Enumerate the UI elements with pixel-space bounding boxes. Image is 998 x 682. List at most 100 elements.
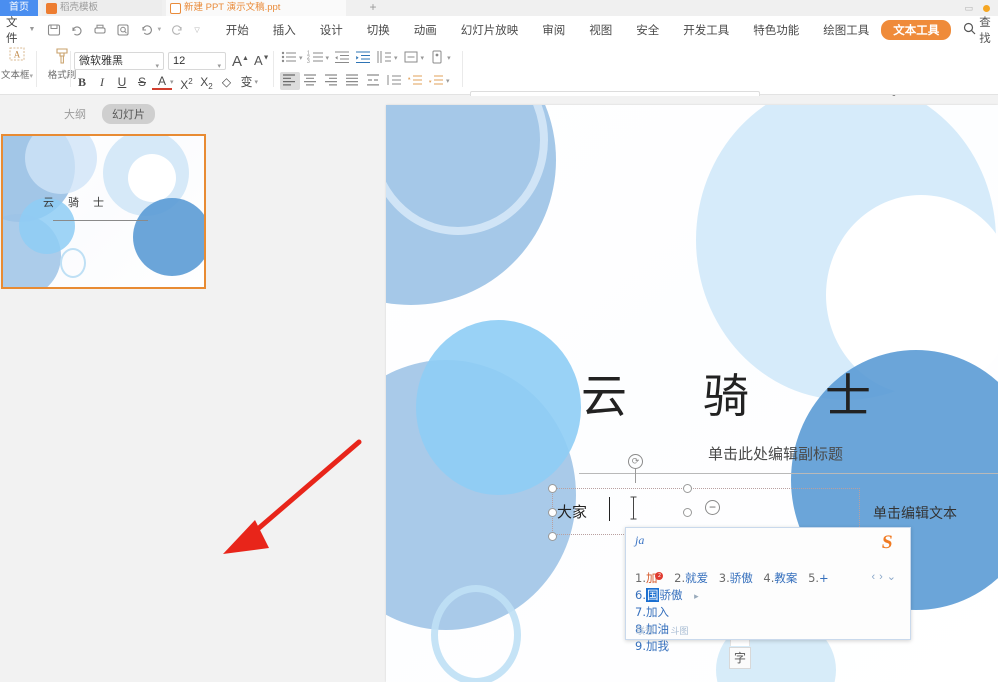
bullets-button[interactable] — [280, 49, 300, 67]
print-preview-icon[interactable] — [116, 23, 130, 37]
customize-qat-icon[interactable]: ▽ — [194, 26, 199, 34]
print-icon[interactable] — [93, 23, 107, 37]
align-right-button[interactable] — [322, 72, 342, 90]
quick-access-toolbar: ▼ ▽ — [47, 23, 200, 37]
divider — [462, 51, 463, 87]
font-color-button[interactable]: A — [152, 74, 172, 90]
ime-candidate-9-text: 加我 — [645, 639, 669, 653]
ribbon-tab-texttools[interactable]: 文本工具 — [881, 19, 952, 40]
bold-button[interactable]: B — [72, 73, 92, 91]
ime-candidate-3[interactable]: 3.骄傲 — [719, 571, 753, 585]
slide-title[interactable]: 云骑士 — [581, 360, 947, 426]
tab-document[interactable]: 新建 PPT 演示文稿.ppt — [166, 0, 346, 16]
file-menu-button[interactable]: 文件 ▼ — [6, 14, 35, 46]
ribbon-tab-animation[interactable]: 动画 — [402, 22, 449, 38]
resize-handle-ml[interactable] — [548, 508, 557, 517]
ribbon-tab-insert[interactable]: 插入 — [261, 22, 308, 38]
ribbon-tab-features[interactable]: 特色功能 — [741, 22, 811, 38]
ime-footer-emoji[interactable]: 斗图 — [671, 626, 689, 636]
ime-candidate-6-prefix: 国 — [645, 588, 660, 602]
slide-subtitle-placeholder[interactable]: 单击此处编辑副标题 — [708, 443, 843, 464]
subscript-button[interactable]: X2 — [197, 73, 217, 91]
redo-icon[interactable] — [171, 23, 185, 37]
chevron-down-icon[interactable]: ▾ — [30, 73, 34, 80]
ime-pager[interactable]: ‹›⌄ — [871, 570, 900, 583]
italic-button[interactable]: I — [92, 73, 112, 91]
ime-candidate-5[interactable]: 5.+ — [808, 571, 829, 585]
char-mode-indicator[interactable]: 字 — [729, 647, 751, 669]
tab-template[interactable]: 稻壳模板 — [42, 0, 162, 16]
new-tab-button[interactable]: + — [360, 0, 386, 16]
monitor-icon[interactable]: ▭ — [964, 3, 973, 14]
svg-text:3: 3 — [307, 59, 310, 65]
decrease-paragraph-spacing-button[interactable] — [406, 72, 426, 90]
textbox-button[interactable]: A 文本框▾ — [0, 46, 34, 81]
numbering-button[interactable]: 123 — [307, 49, 327, 67]
ime-expand-icon[interactable]: ⌄ — [887, 571, 900, 583]
ime-next-page-icon[interactable]: › — [879, 571, 887, 583]
align-left-button[interactable] — [280, 72, 300, 90]
ime-candidate-row-5[interactable]: 9.加我 — [635, 638, 669, 654]
ime-candidate-row-2[interactable]: 6.国骄傲 ▸ — [635, 587, 699, 603]
font-name-combobox[interactable]: 微软雅黑 ▾ — [74, 52, 164, 70]
increase-indent-button[interactable] — [354, 49, 374, 67]
slide-thumbnail-1[interactable]: 云骑士 — [1, 134, 206, 289]
ribbon-tab-start[interactable]: 开始 — [214, 22, 261, 38]
ribbon-tab-slideshow[interactable]: 幻灯片放映 — [449, 22, 531, 38]
grow-font-button[interactable]: A▲ — [232, 53, 249, 70]
ime-footer-associate[interactable]: 联想 — [636, 626, 654, 636]
ibeam-cursor-icon — [629, 496, 638, 520]
smartart-button[interactable] — [428, 49, 448, 67]
find-button[interactable]: 查找 — [963, 14, 998, 46]
font-name-value: 微软雅黑 — [79, 55, 123, 67]
resize-handle-bl[interactable] — [548, 532, 557, 541]
superscript-button[interactable]: X2 — [177, 73, 197, 92]
svg-text:A: A — [14, 50, 21, 60]
decrease-indent-button[interactable] — [333, 49, 353, 67]
phonetic-guide-button[interactable]: 变 — [237, 73, 257, 91]
resize-handle-tl[interactable] — [548, 484, 557, 493]
resize-handle-mc[interactable] — [683, 508, 692, 517]
ribbon-tab-view[interactable]: 视图 — [577, 22, 624, 38]
rotate-handle-icon[interactable]: ⟳ — [628, 454, 643, 469]
ribbon-tab-transition[interactable]: 切换 — [355, 22, 402, 38]
resize-handle-tc[interactable] — [683, 484, 692, 493]
shrink-font-button[interactable]: A▼ — [254, 53, 270, 68]
sync-icon[interactable] — [70, 23, 84, 37]
undo-icon[interactable] — [139, 23, 154, 37]
pane-tab-outline[interactable]: 大纲 — [58, 104, 92, 124]
align-text-button[interactable] — [402, 49, 422, 67]
ribbon-tab-drawtools[interactable]: 绘图工具 — [811, 22, 881, 38]
divider — [70, 51, 71, 87]
ime-candidate-window[interactable]: ja S 1.加2 2.就爱 3.骄傲 4.教案 5.+ ‹›⌄ 6.国骄傲 ▸… — [625, 527, 911, 653]
undo-dropdown-icon[interactable]: ▼ — [156, 27, 162, 33]
ime-candidate-row-3[interactable]: 7.加入 — [635, 604, 669, 620]
underline-button[interactable]: U — [112, 73, 132, 91]
justify-button[interactable] — [343, 72, 363, 90]
align-center-button[interactable] — [301, 72, 321, 90]
ribbon-tab-security[interactable]: 安全 — [624, 22, 671, 38]
increase-paragraph-spacing-button[interactable] — [427, 72, 447, 90]
ime-prev-page-icon[interactable]: ‹ — [871, 571, 879, 583]
ime-candidate-2-num: 2. — [674, 571, 686, 585]
line-spacing-button[interactable] — [385, 72, 405, 90]
collapse-handle-icon[interactable]: − — [705, 500, 720, 515]
distribute-button[interactable] — [364, 72, 384, 90]
strikethrough-button[interactable]: S — [132, 73, 152, 91]
clear-formatting-button[interactable]: ◇ — [217, 73, 237, 91]
pane-tab-slides[interactable]: 幻灯片 — [102, 104, 155, 124]
save-icon[interactable] — [47, 23, 61, 37]
ime-row2-more-icon[interactable]: ▸ — [694, 592, 699, 602]
ribbon-tab-review[interactable]: 审阅 — [530, 22, 577, 38]
chevron-down-icon[interactable]: ▾ — [255, 78, 259, 86]
ime-candidate-4[interactable]: 4.教案 — [763, 571, 797, 585]
chevron-down-icon[interactable]: ▾ — [170, 78, 174, 86]
font-size-combobox[interactable]: 12 ▾ — [168, 52, 226, 70]
ime-candidate-2[interactable]: 2.就爱 — [674, 571, 708, 585]
slide-right-text-placeholder[interactable]: 单击编辑文本 — [873, 503, 957, 523]
notification-dot-icon[interactable] — [983, 4, 990, 12]
ribbon-tab-design[interactable]: 设计 — [308, 22, 355, 38]
ribbon-tab-devtools[interactable]: 开发工具 — [671, 22, 741, 38]
ime-candidate-1[interactable]: 1.加2 — [635, 571, 664, 585]
text-direction-button[interactable] — [375, 49, 395, 67]
